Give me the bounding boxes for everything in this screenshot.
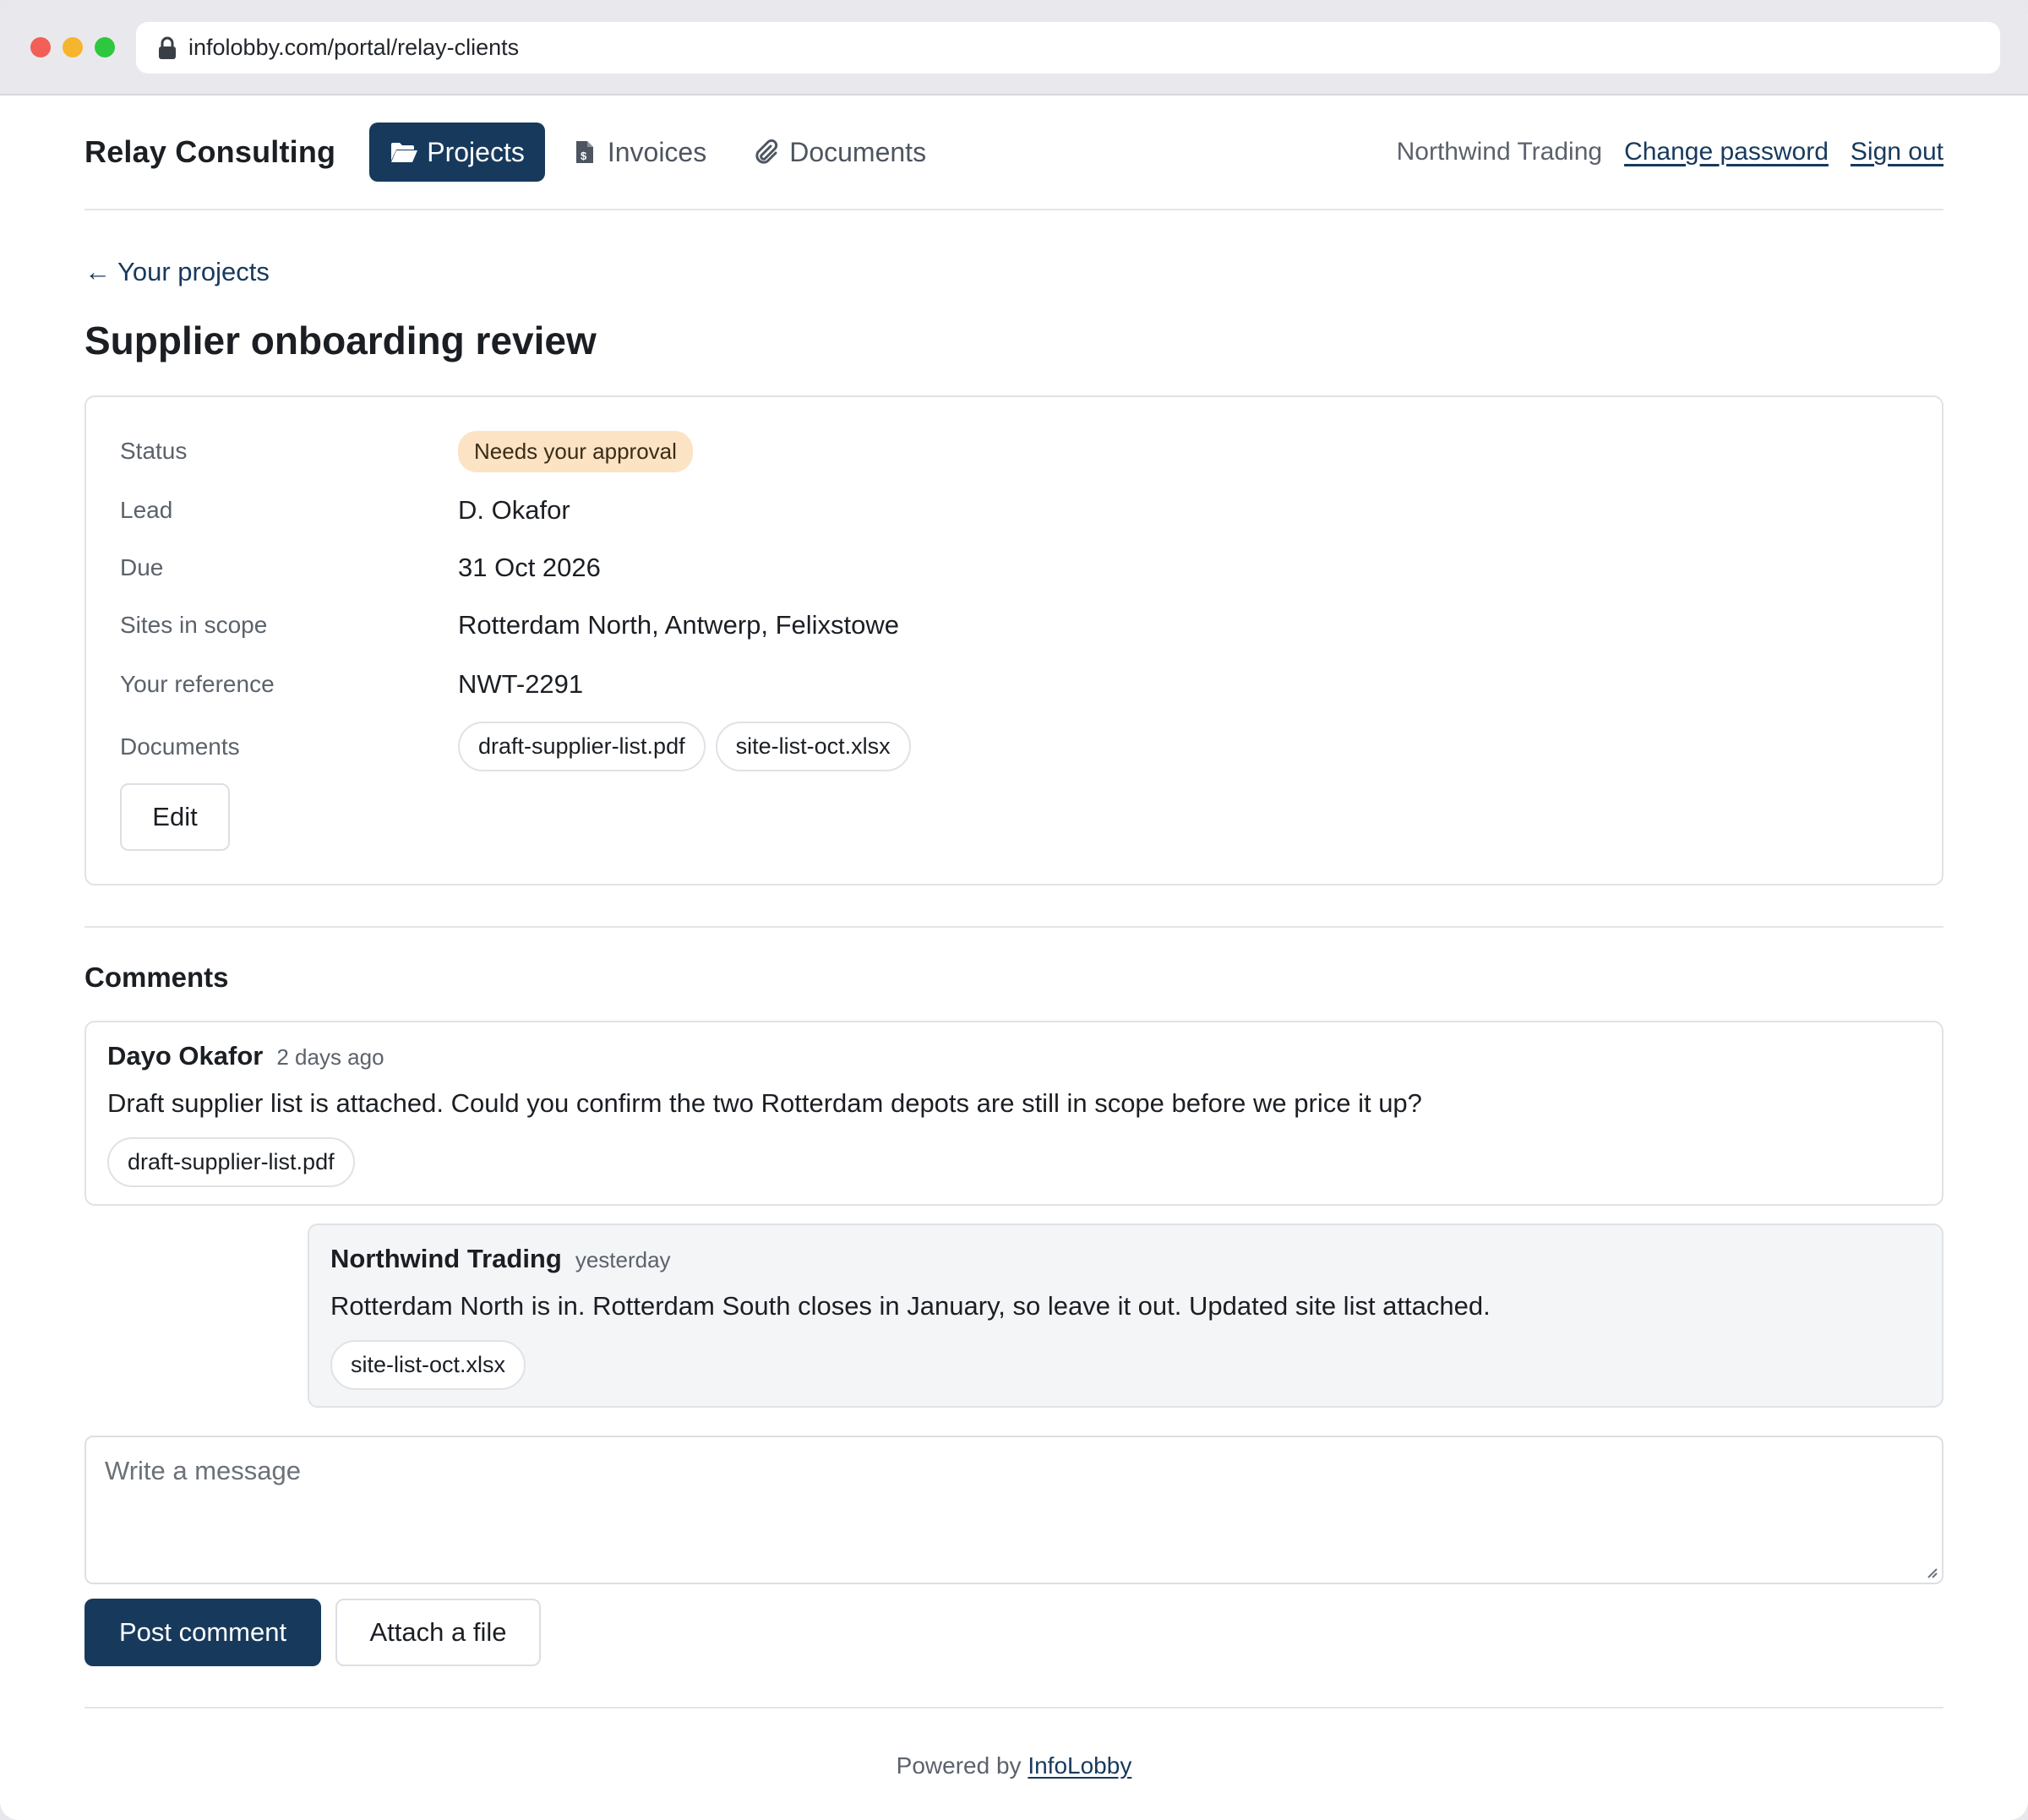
section-divider (84, 926, 1944, 928)
comment-actions: Post comment Attach a file (84, 1599, 1944, 1666)
attach-file-button[interactable]: Attach a file (335, 1599, 541, 1666)
comment-attachment-chip[interactable]: draft-supplier-list.pdf (107, 1137, 355, 1187)
folder-open-icon (391, 143, 418, 162)
svg-text:$: $ (581, 150, 587, 162)
nav-invoices-label: Invoices (607, 136, 707, 167)
nav-projects-label: Projects (427, 136, 525, 167)
brand-name: Relay Consulting (84, 134, 336, 169)
lead-row: Lead D. Okafor (120, 495, 1908, 526)
account-menu: Northwind Trading Change password Sign o… (1397, 138, 1944, 166)
reference-value: NWT-2291 (458, 669, 584, 699)
browser-chrome: infolobby.com/portal/relay-clients (0, 0, 2028, 95)
comment-attachment-chip[interactable]: site-list-oct.xlsx (330, 1340, 526, 1390)
page-title: Supplier onboarding review (84, 319, 597, 362)
lead-label: Lead (120, 497, 173, 523)
resize-handle-icon[interactable] (1923, 1564, 1938, 1579)
comment-time: 2 days ago (276, 1044, 384, 1070)
reference-label: Your reference (120, 671, 275, 697)
close-window-button[interactable] (30, 37, 51, 57)
sites-row: Sites in scope Rotterdam North, Antwerp,… (120, 610, 1908, 640)
comment-body: Draft supplier list is attached. Could y… (107, 1088, 1422, 1118)
status-row: Status Needs your approval (120, 430, 1908, 472)
lock-icon (159, 36, 176, 59)
document-chip[interactable]: draft-supplier-list.pdf (458, 722, 706, 771)
due-value: 31 Oct 2026 (458, 553, 601, 582)
lead-value: D. Okafor (458, 495, 570, 525)
sign-out-link[interactable]: Sign out (1851, 138, 1944, 166)
project-details-card: Status Needs your approval Lead D. Okafo… (84, 395, 1944, 885)
document-chip[interactable]: site-list-oct.xlsx (715, 722, 911, 771)
client-name: Northwind Trading (1396, 138, 1603, 166)
post-comment-button[interactable]: Post comment (84, 1599, 321, 1666)
nav-documents-label: Documents (789, 136, 927, 167)
sites-value: Rotterdam North, Antwerp, Felixstowe (458, 610, 900, 640)
back-to-projects-link[interactable]: ← Your projects (84, 257, 1944, 287)
nav-projects[interactable]: Projects (369, 123, 545, 182)
address-bar[interactable]: infolobby.com/portal/relay-clients (136, 22, 2000, 74)
reference-row: Your reference NWT-2291 (120, 669, 1908, 700)
edit-project-button[interactable]: Edit (120, 783, 230, 851)
invoice-icon: $ (575, 141, 593, 163)
footer-divider (84, 1707, 1944, 1708)
comment-time: yesterday (575, 1247, 671, 1272)
paperclip-icon (755, 139, 778, 164)
browser-window: infolobby.com/portal/relay-clients Relay… (0, 0, 2028, 1820)
due-row: Due 31 Oct 2026 (120, 553, 1908, 583)
comment-item: Dayo Okafor 2 days ago Draft supplier li… (84, 1021, 1944, 1206)
minimize-window-button[interactable] (63, 37, 83, 57)
status-badge: Needs your approval (458, 430, 693, 472)
comment-reply-item: Northwind Trading yesterday Rotterdam No… (308, 1223, 1944, 1408)
comment-body: Rotterdam North is in. Rotterdam South c… (330, 1291, 1491, 1321)
address-bar-url: infolobby.com/portal/relay-clients (188, 35, 520, 60)
top-navigation: Relay Consulting Projects $ Invoices Doc… (84, 95, 1944, 210)
footer-prefix: Powered by (896, 1752, 1022, 1779)
message-input-placeholder: Write a message (105, 1456, 302, 1485)
message-input[interactable]: Write a message (84, 1436, 1944, 1584)
status-label: Status (120, 438, 188, 464)
due-label: Due (120, 554, 164, 580)
sites-label: Sites in scope (120, 612, 268, 638)
footer: Powered by InfoLobby (84, 1752, 1944, 1779)
comment-author: Northwind Trading (330, 1244, 562, 1273)
nav-invoices[interactable]: $ Invoices (550, 123, 727, 182)
infolobby-link[interactable]: InfoLobby (1028, 1752, 1131, 1779)
portal-page: Relay Consulting Projects $ Invoices Doc… (84, 95, 1944, 1779)
documents-label: Documents (120, 733, 240, 760)
nav-documents[interactable]: Documents (732, 123, 946, 182)
comment-author: Dayo Okafor (107, 1041, 264, 1071)
change-password-link[interactable]: Change password (1624, 138, 1829, 166)
maximize-window-button[interactable] (95, 37, 115, 57)
documents-row: Documents draft-supplier-list.pdf site-li… (120, 722, 1908, 771)
comments-heading: Comments (84, 962, 229, 993)
